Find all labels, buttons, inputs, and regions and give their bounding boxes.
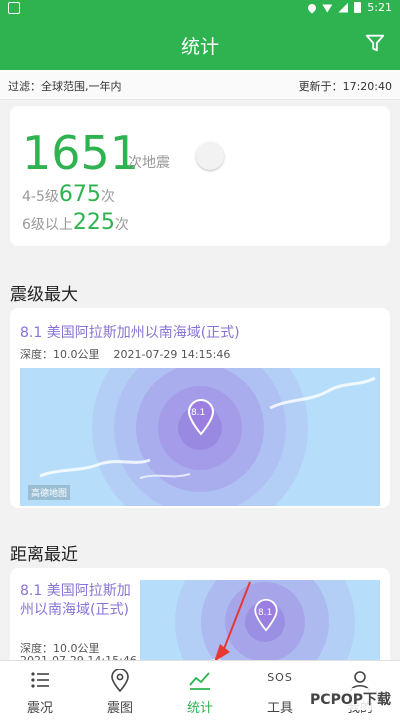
app-bar: 统计 — [0, 18, 400, 70]
max-quake-title: 8.1 美国阿拉斯加州以南海域(正式) — [20, 325, 240, 341]
status-time: 5:21 — [367, 1, 392, 14]
max-quake-map[interactable]: 8.1 高德地图 — [20, 368, 380, 506]
filter-text: 过滤：全球范围,一年内 — [8, 80, 122, 93]
annotation-arrow-icon — [214, 581, 251, 662]
signal-icon — [338, 2, 349, 13]
mag6-suffix: 次 — [114, 217, 129, 233]
wifi-icon — [322, 4, 333, 13]
update-time: 更新于：17:20:40 — [298, 80, 392, 93]
total-unit: 次地震 — [128, 155, 170, 171]
near-quake-map[interactable]: 8.1 — [140, 580, 380, 668]
battery-icon — [354, 2, 362, 13]
tab-label: 统计 — [186, 701, 213, 716]
watermark: PCPOP下载 — [307, 688, 394, 710]
sos-icon: SOS — [267, 671, 293, 684]
tab-statistics[interactable]: 统计 — [160, 661, 240, 720]
tab-quake-map[interactable]: 震图 — [80, 661, 160, 720]
mag6-line: 6级以上225次 — [22, 210, 129, 235]
max-quake-meta: 深度：10.0公里 2021-07-29 14:15:46 — [20, 346, 230, 362]
filter-bar: 过滤：全球范围,一年内 更新于：17:20:40 — [0, 70, 400, 100]
max-quake-card[interactable]: 8.1 美国阿拉斯加州以南海域(正式) 深度：10.0公里 2021-07-29… — [10, 308, 390, 508]
near-quake-card[interactable]: 8.1 美国阿拉斯加州以南海域(正式) 深度：10.0公里 2021-07-29… — [10, 568, 390, 668]
mag45-count: 675 — [58, 182, 101, 207]
map-brand: 高德地图 — [28, 485, 71, 500]
section-title-max: 震级最大 — [10, 285, 78, 305]
chart-line-icon — [189, 672, 210, 690]
page-title: 统计 — [180, 36, 219, 58]
filter-icon[interactable] — [364, 32, 386, 54]
mag6-count: 225 — [72, 210, 115, 235]
status-bar: 5:21 — [0, 0, 400, 18]
max-quake-depth: 深度：10.0公里 — [20, 348, 100, 361]
stats-card: 1651 次地震 4-5级675次 6级以上225次 — [10, 106, 390, 246]
map-pin-icon — [111, 669, 129, 693]
notification-icon — [8, 2, 20, 14]
map-rings — [39, 368, 376, 506]
list-icon — [31, 672, 49, 688]
mag45-suffix: 次 — [100, 189, 115, 205]
near-quake-title: 8.1 美国阿拉斯加州以南海域(正式) — [20, 583, 131, 618]
location-icon — [306, 1, 318, 14]
tab-label: 震图 — [106, 701, 133, 716]
mag6-label: 6级以上 — [22, 217, 73, 233]
tab-label: 震况 — [26, 701, 53, 716]
tab-quake-list[interactable]: 震况 — [0, 661, 80, 720]
max-quake-time: 2021-07-29 14:15:46 — [113, 348, 231, 361]
section-title-near: 距离最近 — [10, 545, 78, 565]
mag45-label: 4-5级 — [22, 189, 59, 205]
mag45-line: 4-5级675次 — [22, 182, 115, 207]
status-icons: 5:21 — [306, 1, 392, 14]
total-count: 1651 — [22, 126, 140, 180]
stats-toggle[interactable] — [196, 142, 224, 170]
marker-label: 8.1 — [191, 408, 206, 418]
